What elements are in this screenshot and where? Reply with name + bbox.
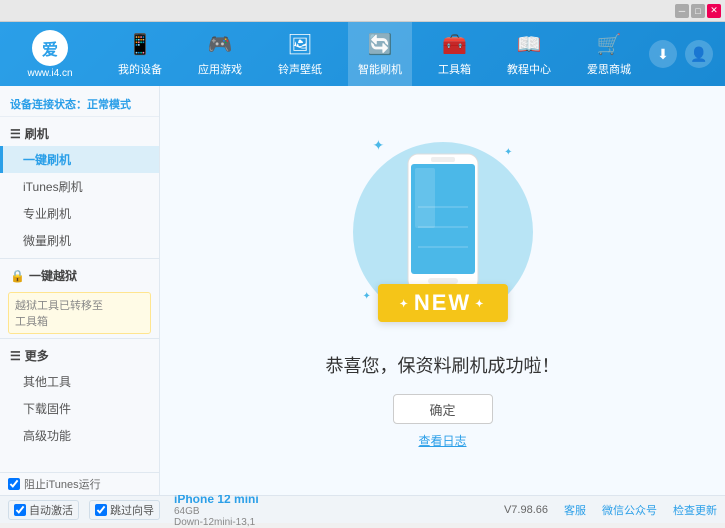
log-link[interactable]: 查看日志 — [418, 432, 466, 449]
bottom-right: V7.98.66 客服 微信公众号 检查更新 — [504, 502, 717, 518]
nav-tutorial[interactable]: 📖 教程中心 — [497, 22, 561, 86]
download-button[interactable]: ⬇ — [649, 40, 677, 68]
service-link[interactable]: 客服 — [564, 502, 586, 518]
device-icon: 📱 — [128, 32, 153, 57]
itunes-checkbox[interactable] — [8, 478, 20, 490]
more-section-title: ☰ 更多 — [0, 343, 159, 368]
sidebar-item-itunes-flash[interactable]: iTunes刷机 — [0, 173, 159, 200]
skip-wizard-label: 跳过向导 — [110, 502, 154, 518]
nav-my-device[interactable]: 📱 我的设备 — [108, 22, 172, 86]
auto-activate-input[interactable] — [14, 504, 26, 516]
main-layout: 设备连接状态：正常模式 ☰ 刷机 一键刷机 iTunes刷机 专业刷机 微量刷机… — [0, 86, 725, 495]
bottom-bar: 自动激活 跳过向导 iPhone 12 mini 64GB Down-12min… — [0, 495, 725, 523]
title-bar: ─ □ ✕ — [0, 0, 725, 22]
version-label: V7.98.66 — [504, 504, 548, 516]
nav-toolbox[interactable]: 🧰 工具箱 — [428, 22, 481, 86]
nav-wallpaper-label: 铃声壁纸 — [278, 61, 322, 77]
lock-icon: 🔒 — [10, 269, 25, 283]
itunes-bar: 阻止iTunes运行 — [0, 472, 160, 495]
nav-tutorial-label: 教程中心 — [507, 61, 551, 77]
minimize-button[interactable]: ─ — [675, 4, 689, 18]
status-label: 设备连接状态： — [10, 99, 87, 111]
sidebar-item-micro-flash[interactable]: 微量刷机 — [0, 227, 159, 254]
status-bar-top: 设备连接状态：正常模式 — [0, 90, 159, 117]
flash-icon: 🔄 — [368, 32, 393, 57]
content-area: ✦ ✦ ✦ NEW 恭喜您，保资料刷机成功啦！ — [160, 86, 725, 495]
tutorial-icon: 📖 — [517, 32, 542, 57]
device-capacity: 64GB — [174, 506, 259, 517]
sidebar-item-download-firmware[interactable]: 下载固件 — [0, 395, 159, 422]
nav-smart-flash-label: 智能刷机 — [358, 61, 402, 77]
auto-activate-label: 自动激活 — [29, 502, 73, 518]
sparkle-icon-2: ✦ — [504, 147, 512, 158]
sparkle-icon-1: ✦ — [373, 137, 385, 154]
nav-items: 📱 我的设备 🎮 应用游戏 🖼 铃声壁纸 🔄 智能刷机 🧰 工具箱 📖 教程中心… — [100, 22, 649, 86]
nav-apps[interactable]: 🎮 应用游戏 — [188, 22, 252, 86]
sidebar-divider-1 — [0, 258, 159, 259]
nav-mall[interactable]: 🛒 爱思商城 — [577, 22, 641, 86]
close-button[interactable]: ✕ — [707, 4, 721, 18]
phone-svg — [403, 152, 483, 292]
sidebar-divider-2 — [0, 338, 159, 339]
phone-illustration: ✦ ✦ ✦ NEW — [343, 132, 543, 332]
nav-smart-flash[interactable]: 🔄 智能刷机 — [348, 22, 412, 86]
sidebar-item-advanced[interactable]: 高级功能 — [0, 422, 159, 449]
more-icon: ☰ — [10, 349, 21, 363]
itunes-label: 阻止iTunes运行 — [24, 476, 101, 492]
new-badge: NEW — [377, 284, 507, 322]
logo-area: 爱 www.i4.cn — [0, 30, 100, 79]
mall-icon: 🛒 — [597, 32, 622, 57]
flash-section-icon: ☰ — [10, 127, 21, 141]
sidebar-item-one-click-flash[interactable]: 一键刷机 — [0, 146, 159, 173]
apps-icon: 🎮 — [208, 32, 233, 57]
top-nav: 爱 www.i4.cn 📱 我的设备 🎮 应用游戏 🖼 铃声壁纸 🔄 智能刷机 … — [0, 22, 725, 86]
success-text: 恭喜您，保资料刷机成功啦！ — [326, 352, 560, 378]
nav-mall-label: 爱思商城 — [587, 61, 631, 77]
update-link[interactable]: 检查更新 — [673, 502, 717, 518]
skip-wizard-checkbox[interactable]: 跳过向导 — [89, 500, 160, 520]
nav-my-device-label: 我的设备 — [118, 61, 162, 77]
jailbreak-note-line1: 越狱工具已转移至 — [15, 297, 144, 313]
sidebar-item-pro-flash[interactable]: 专业刷机 — [0, 200, 159, 227]
sidebar: 设备连接状态：正常模式 ☰ 刷机 一键刷机 iTunes刷机 专业刷机 微量刷机… — [0, 86, 160, 495]
confirm-button[interactable]: 确定 — [393, 394, 493, 424]
maximize-button[interactable]: □ — [691, 4, 705, 18]
bottom-left: 自动激活 跳过向导 iPhone 12 mini 64GB Down-12min… — [8, 492, 496, 528]
logo-icon: 爱 — [32, 30, 68, 66]
jailbreak-section-title: 🔒 一键越狱 — [0, 263, 159, 288]
toolbox-icon: 🧰 — [442, 32, 467, 57]
logo-site: www.i4.cn — [27, 68, 72, 79]
sparkle-icon-3: ✦ — [363, 291, 371, 302]
device-model: Down-12mini-13,1 — [174, 517, 259, 528]
flash-section-title: ☰ 刷机 — [0, 121, 159, 146]
nav-toolbox-label: 工具箱 — [438, 61, 471, 77]
nav-right: ⬇ 👤 — [649, 40, 725, 68]
auto-activate-checkbox[interactable]: 自动激活 — [8, 500, 79, 520]
nav-apps-label: 应用游戏 — [198, 61, 242, 77]
skip-wizard-input[interactable] — [95, 504, 107, 516]
wallpaper-icon: 🖼 — [287, 32, 312, 57]
logo-letter: 爱 — [42, 36, 58, 60]
jailbreak-note: 越狱工具已转移至 工具箱 — [8, 292, 151, 334]
nav-wallpaper[interactable]: 🖼 铃声壁纸 — [268, 22, 332, 86]
wechat-link[interactable]: 微信公众号 — [602, 502, 657, 518]
user-button[interactable]: 👤 — [685, 40, 713, 68]
sidebar-item-other-tools[interactable]: 其他工具 — [0, 368, 159, 395]
status-value: 正常模式 — [87, 99, 131, 111]
jailbreak-note-line2: 工具箱 — [15, 313, 144, 329]
